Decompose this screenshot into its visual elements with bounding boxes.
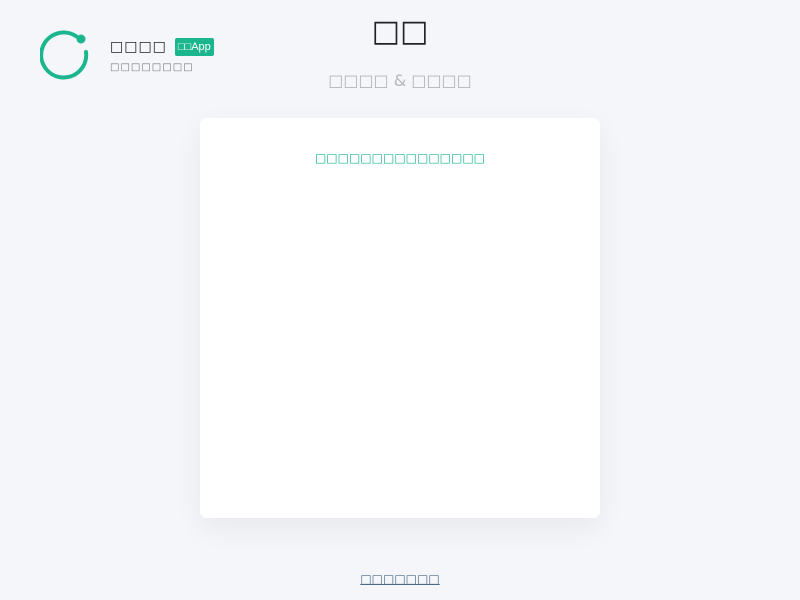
qr-scan-tip: □□□□□□□□□□□□□□□ bbox=[314, 151, 486, 165]
qr-code-area[interactable] bbox=[260, 188, 540, 488]
page-subtitle: □□□□ & □□□□ bbox=[328, 71, 472, 90]
page-title: □□ bbox=[371, 14, 429, 49]
footer: □□□□□□□ bbox=[0, 571, 800, 587]
qr-login-card: □□□□□□□□□□□□□□□ bbox=[200, 118, 600, 518]
footer-link[interactable]: □□□□□□□ bbox=[360, 572, 439, 586]
login-page: □□□□ □□App □□□□□□□□ □□ □□□□ & □□□□ □□□□□… bbox=[0, 0, 800, 600]
